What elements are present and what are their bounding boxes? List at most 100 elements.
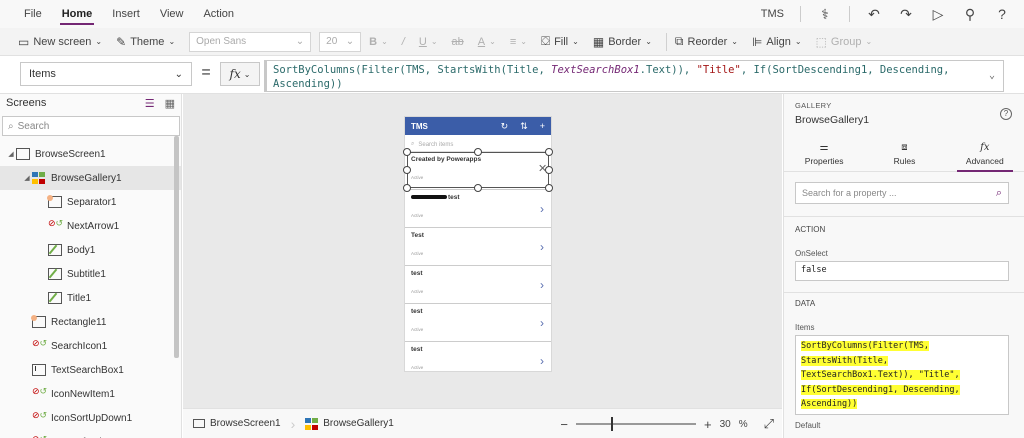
resize-handle[interactable] (474, 148, 482, 156)
tree-item-separator1[interactable]: Separator1 (0, 190, 181, 214)
next-arrow-icon[interactable]: › (540, 278, 544, 292)
tree-item-browsescreen1[interactable]: ◢ BrowseScreen1 (0, 142, 181, 166)
property-dropdown[interactable]: Items ⌄ (20, 62, 192, 86)
app-search-placeholder: Search items (418, 141, 454, 148)
property-search-input[interactable]: Search for a property ... ⌕ (795, 182, 1009, 204)
icons-icon: ⊘↺ (32, 410, 48, 420)
align-button[interactable]: ⊫ Align ⌄ (752, 31, 802, 53)
items-label: Items (795, 323, 815, 332)
tab-advanced[interactable]: fx Advanced (945, 136, 1024, 172)
help-icon[interactable]: ? (994, 6, 1010, 22)
screens-search-input[interactable]: ⌕ Search (2, 116, 180, 136)
collapse-caret-icon[interactable]: ◢ (22, 174, 32, 182)
expand-chevron-icon[interactable]: ⌄ (989, 69, 995, 83)
tree-item-label: NextArrow1 (67, 220, 120, 232)
gallery-item[interactable]: test Active › (405, 190, 551, 228)
gallery-item-subtitle: Active (411, 365, 424, 370)
share-user-icon[interactable]: ⚲ (962, 6, 978, 23)
tree-scrollbar[interactable] (174, 136, 179, 358)
gallery-item[interactable]: test Active › (405, 304, 551, 342)
tree-item-searchicon1[interactable]: ⊘↺ SearchIcon1 (0, 334, 181, 358)
italic-button[interactable]: / (402, 31, 405, 53)
next-arrow-icon[interactable]: › (540, 202, 544, 216)
screen-icon (16, 148, 30, 160)
border-button[interactable]: ▦ Border ⌄ (593, 31, 652, 53)
redo-icon[interactable]: ↷ (898, 6, 914, 23)
stethoscope-icon[interactable]: ⚕ (817, 6, 833, 23)
text-align-button[interactable]: ≡ ⌄ (510, 31, 527, 53)
tree-item-title1[interactable]: Title1 (0, 286, 181, 310)
resize-handle[interactable] (545, 148, 553, 156)
menu-home[interactable]: Home (52, 0, 103, 28)
refresh-icon[interactable]: ↻ (501, 121, 509, 132)
tree-item-browsegallery1[interactable]: ◢ BrowseGallery1 (0, 166, 181, 190)
tree-item-iconsortupdown1[interactable]: ⊘↺ IconSortUpDown1 (0, 406, 181, 430)
next-arrow-icon[interactable]: › (540, 240, 544, 254)
font-family-select[interactable]: Open Sans ⌄ (189, 31, 312, 52)
resize-handle[interactable] (403, 148, 411, 156)
fx-button[interactable]: fx ⌄ (220, 62, 260, 86)
design-canvas[interactable]: TMS ↻ ⇅ + ⌕ Search items Created by Powe… (183, 94, 782, 408)
theme-button[interactable]: ✎ Theme ⌄ (116, 31, 175, 53)
status-bar: BrowseScreen1 › BrowseGallery1 − + 30 % … (183, 408, 782, 438)
tab-properties[interactable]: ⚌ Properties (784, 136, 864, 171)
resize-handle[interactable] (403, 166, 411, 174)
menu-file[interactable]: File (14, 0, 52, 28)
font-color-button[interactable]: A ⌄ (478, 31, 496, 53)
zoom-slider[interactable] (575, 417, 696, 431)
resize-handle[interactable] (545, 184, 553, 192)
undo-icon[interactable]: ↶ (866, 6, 882, 23)
new-screen-button[interactable]: ▭ New screen ⌄ (18, 31, 102, 53)
help-icon[interactable]: ? (1000, 108, 1012, 120)
add-icon[interactable]: + (540, 121, 545, 132)
resize-handle[interactable] (403, 184, 411, 192)
tab-rules[interactable]: ⧈ Rules (864, 136, 944, 171)
tree-item-textsearchbox1[interactable]: TextSearchBox1 (0, 358, 181, 382)
list-view-icon[interactable]: ☰ (145, 97, 155, 110)
collapse-caret-icon[interactable]: ◢ (6, 150, 16, 158)
zoom-in-button[interactable]: + (704, 417, 712, 432)
grid-view-icon[interactable]: ▦ (165, 97, 175, 110)
tree-item-iconrefresh1[interactable]: ⊘↺IconRefresh1 (0, 430, 181, 438)
tree-item-nextarrow1[interactable]: ⊘↺ NextArrow1 (0, 214, 181, 238)
strikethrough-button[interactable]: ab (452, 31, 464, 53)
fit-to-window-icon[interactable]: ⤢ (764, 416, 774, 432)
items-field[interactable]: SortByColumns(Filter(TMS, StartsWith(Titl… (795, 335, 1009, 415)
formula-token: "Title" (696, 64, 741, 76)
next-arrow-icon[interactable]: › (540, 316, 544, 330)
gallery-selection-box[interactable] (407, 152, 549, 188)
font-size-select[interactable]: 20 ⌄ (319, 31, 362, 52)
tree-item-rectangle11[interactable]: Rectangle11 (0, 310, 181, 334)
formula-input[interactable]: SortByColumns(Filter(TMS, StartsWith(Tit… (264, 60, 1004, 92)
menu-action[interactable]: Action (193, 0, 244, 28)
onselect-label: OnSelect (795, 249, 828, 258)
resize-handle[interactable] (474, 184, 482, 192)
gallery-item-subtitle: Active (411, 327, 424, 332)
edit-template-close-icon[interactable]: ✕ (538, 162, 547, 175)
tree-item-subtitle1[interactable]: Subtitle1 (0, 262, 181, 286)
tree-item-body1[interactable]: Body1 (0, 238, 181, 262)
breadcrumb-screen[interactable]: BrowseScreen1 (183, 409, 291, 438)
gallery-item[interactable]: test Active › (405, 266, 551, 304)
screen-icon: ▭ (18, 34, 30, 49)
underline-button[interactable]: U ⌄ (419, 31, 438, 53)
bold-button[interactable]: B ⌄ (369, 31, 388, 53)
tree-item-iconnewitem1[interactable]: ⊘↺ IconNewItem1 (0, 382, 181, 406)
chevron-down-icon: ⌄ (731, 37, 738, 46)
sort-icon[interactable]: ⇅ (520, 121, 528, 132)
fill-button[interactable]: ⛋ Fill ⌄ (541, 31, 579, 53)
zoom-out-button[interactable]: − (560, 417, 568, 432)
onselect-field[interactable]: false (795, 261, 1009, 281)
zoom-slider-thumb[interactable] (611, 417, 614, 431)
gallery-item[interactable]: Test Active › (405, 228, 551, 266)
menu-insert[interactable]: Insert (102, 0, 150, 28)
next-arrow-icon[interactable]: › (540, 354, 544, 368)
group-icon: ⬚ (815, 34, 827, 49)
play-icon[interactable]: ▷ (930, 6, 946, 23)
reorder-button[interactable]: ⧉ Reorder ⌄ (675, 31, 738, 53)
menu-view[interactable]: View (150, 0, 194, 28)
search-icon: ⌕ (8, 120, 14, 132)
breadcrumb-gallery[interactable]: BrowseGallery1 (295, 409, 404, 438)
group-button[interactable]: ⬚ Group ⌄ (816, 31, 873, 53)
gallery-item[interactable]: test Active › (405, 342, 551, 371)
